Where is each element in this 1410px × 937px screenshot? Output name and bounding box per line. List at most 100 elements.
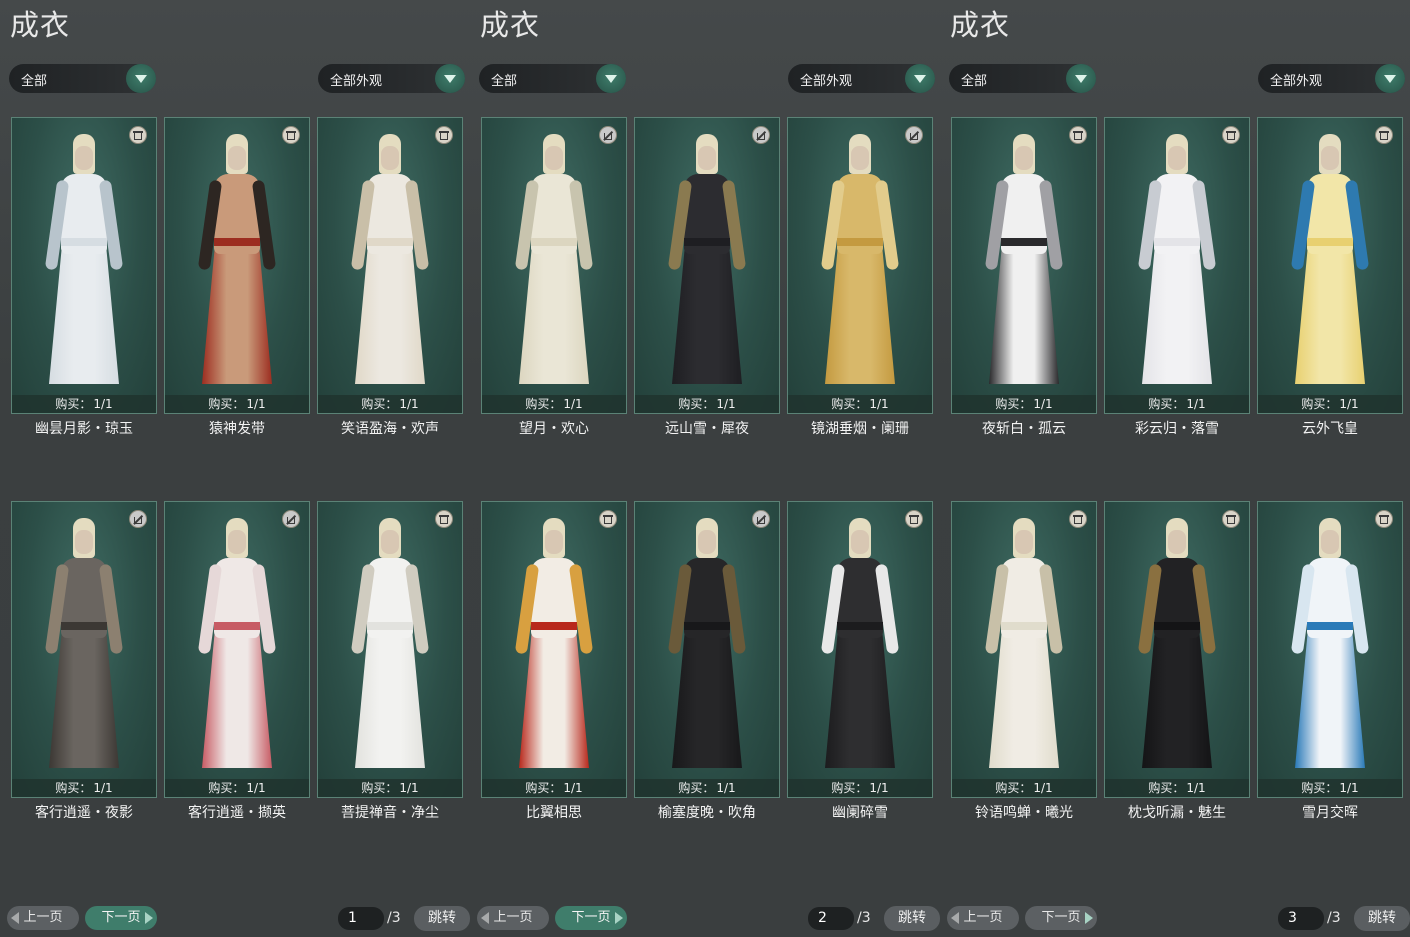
purchase-value: 1/1 [1339, 781, 1359, 795]
disabled-trash-icon[interactable] [282, 510, 300, 528]
character-head [1168, 530, 1186, 554]
previous-page-button[interactable]: 上一页 [7, 906, 79, 930]
outfit-belt [1154, 622, 1200, 630]
page-number-input[interactable]: 1 [338, 907, 384, 930]
outfit-name: 镜湖垂烟・阑珊 [811, 421, 909, 437]
purchase-label: 购买： [525, 781, 562, 795]
trash-icon[interactable] [1375, 510, 1393, 528]
appearance-filter-dropdown[interactable]: 全部外观 [788, 64, 935, 93]
page-number-input[interactable]: 2 [808, 907, 854, 930]
purchase-count: 购买： 1/1 [635, 779, 779, 797]
outfit-card[interactable]: 购买： 1/1 [787, 117, 933, 414]
outfit-name: 比翼相思 [526, 805, 582, 821]
jump-button[interactable]: 跳转 [414, 906, 470, 931]
outfit-panel-1: 成衣 全部 全部外观 购买： 1/1 幽昙月影・琼玉 购买： 1/1 猿神发带 购买： 1/1 笑语盈… [0, 0, 470, 937]
outfit-card[interactable]: 购买： 1/1 [164, 117, 310, 414]
outfit-card[interactable]: 购买： 1/1 [11, 501, 157, 798]
character-head [851, 146, 869, 170]
outfit-card[interactable]: 购买： 1/1 [1104, 117, 1250, 414]
purchase-label: 购买： [208, 397, 245, 411]
jump-button[interactable]: 跳转 [884, 906, 940, 931]
trash-icon[interactable] [435, 510, 453, 528]
page-number-input[interactable]: 3 [1278, 907, 1324, 930]
disabled-trash-icon[interactable] [752, 510, 770, 528]
trash-icon[interactable] [435, 126, 453, 144]
character-head [228, 530, 246, 554]
outfit-card[interactable]: 购买： 1/1 [951, 501, 1097, 798]
disabled-trash-icon[interactable] [599, 126, 617, 144]
outfit-card[interactable]: 购买： 1/1 [634, 501, 780, 798]
purchase-label: 购买： [208, 781, 245, 795]
trash-icon[interactable] [905, 510, 923, 528]
category-filter-dropdown[interactable]: 全部 [9, 64, 156, 93]
dropdown-arrow-icon[interactable] [1375, 64, 1405, 93]
dropdown-arrow-icon[interactable] [126, 64, 156, 93]
appearance-filter-dropdown[interactable]: 全部外观 [318, 64, 465, 93]
purchase-count: 购买： 1/1 [318, 779, 462, 797]
next-page-button[interactable]: 下一页 [1025, 906, 1097, 930]
purchase-label: 购买： [995, 397, 1032, 411]
outfit-card[interactable]: 购买： 1/1 [634, 117, 780, 414]
purchase-label: 购买： [831, 781, 868, 795]
trash-icon[interactable] [282, 126, 300, 144]
purchase-value: 1/1 [399, 781, 419, 795]
trash-icon[interactable] [1069, 510, 1087, 528]
outfit-card[interactable]: 购买： 1/1 [951, 117, 1097, 414]
dropdown-arrow-icon[interactable] [905, 64, 935, 93]
appearance-filter-dropdown[interactable]: 全部外观 [1258, 64, 1405, 93]
purchase-value: 1/1 [93, 781, 113, 795]
outfit-card[interactable]: 购买： 1/1 [1257, 501, 1403, 798]
disabled-trash-icon[interactable] [129, 510, 147, 528]
previous-page-button[interactable]: 上一页 [477, 906, 549, 930]
outfit-card[interactable]: 购买： 1/1 [317, 501, 463, 798]
dropdown-arrow-icon[interactable] [1066, 64, 1096, 93]
outfit-card[interactable]: 购买： 1/1 [481, 117, 627, 414]
trash-icon[interactable] [1222, 510, 1240, 528]
purchase-label: 购买： [55, 397, 92, 411]
trash-icon[interactable] [1375, 126, 1393, 144]
purchase-value: 1/1 [563, 781, 583, 795]
dropdown-arrow-icon[interactable] [596, 64, 626, 93]
purchase-value: 1/1 [716, 781, 736, 795]
character-model-image [1132, 134, 1222, 396]
outfit-card[interactable]: 购买： 1/1 [1104, 501, 1250, 798]
jump-button[interactable]: 跳转 [1354, 906, 1410, 931]
outfit-belt [1001, 622, 1047, 630]
next-page-button[interactable]: 下一页 [85, 906, 157, 930]
trash-icon[interactable] [599, 510, 617, 528]
character-head [1321, 146, 1339, 170]
outfit-card[interactable]: 购买： 1/1 [317, 117, 463, 414]
outfit-card[interactable]: 购买： 1/1 [481, 501, 627, 798]
dropdown-arrow-icon[interactable] [435, 64, 465, 93]
outfit-name: 菩提禅音・净尘 [341, 805, 439, 821]
character-model-image [345, 134, 435, 396]
purchase-label: 购买： [995, 781, 1032, 795]
outfit-card[interactable]: 购买： 1/1 [164, 501, 310, 798]
purchase-value: 1/1 [1339, 397, 1359, 411]
category-filter-dropdown[interactable]: 全部 [479, 64, 626, 93]
purchase-value: 1/1 [1033, 781, 1053, 795]
next-page-button[interactable]: 下一页 [555, 906, 627, 930]
character-head [381, 530, 399, 554]
purchase-count: 购买： 1/1 [1258, 395, 1402, 413]
outfit-name: 云外飞皇 [1302, 421, 1358, 437]
purchase-value: 1/1 [246, 397, 266, 411]
outfit-card[interactable]: 购买： 1/1 [11, 117, 157, 414]
outfit-name: 幽昙月影・琼玉 [35, 421, 133, 437]
outfit-belt [61, 238, 107, 246]
category-filter-dropdown[interactable]: 全部 [949, 64, 1096, 93]
trash-icon[interactable] [1069, 126, 1087, 144]
character-model-image [192, 518, 282, 780]
character-model-image [1132, 518, 1222, 780]
appearance-filter-label: 全部外观 [330, 74, 383, 89]
outfit-card[interactable]: 购买： 1/1 [1257, 117, 1403, 414]
previous-page-button[interactable]: 上一页 [947, 906, 1019, 930]
disabled-trash-icon[interactable] [752, 126, 770, 144]
disabled-trash-icon[interactable] [905, 126, 923, 144]
character-model-image [979, 134, 1069, 396]
trash-icon[interactable] [129, 126, 147, 144]
trash-icon[interactable] [1222, 126, 1240, 144]
outfit-card[interactable]: 购买： 1/1 [787, 501, 933, 798]
purchase-label: 购买： [678, 781, 715, 795]
character-head [381, 146, 399, 170]
